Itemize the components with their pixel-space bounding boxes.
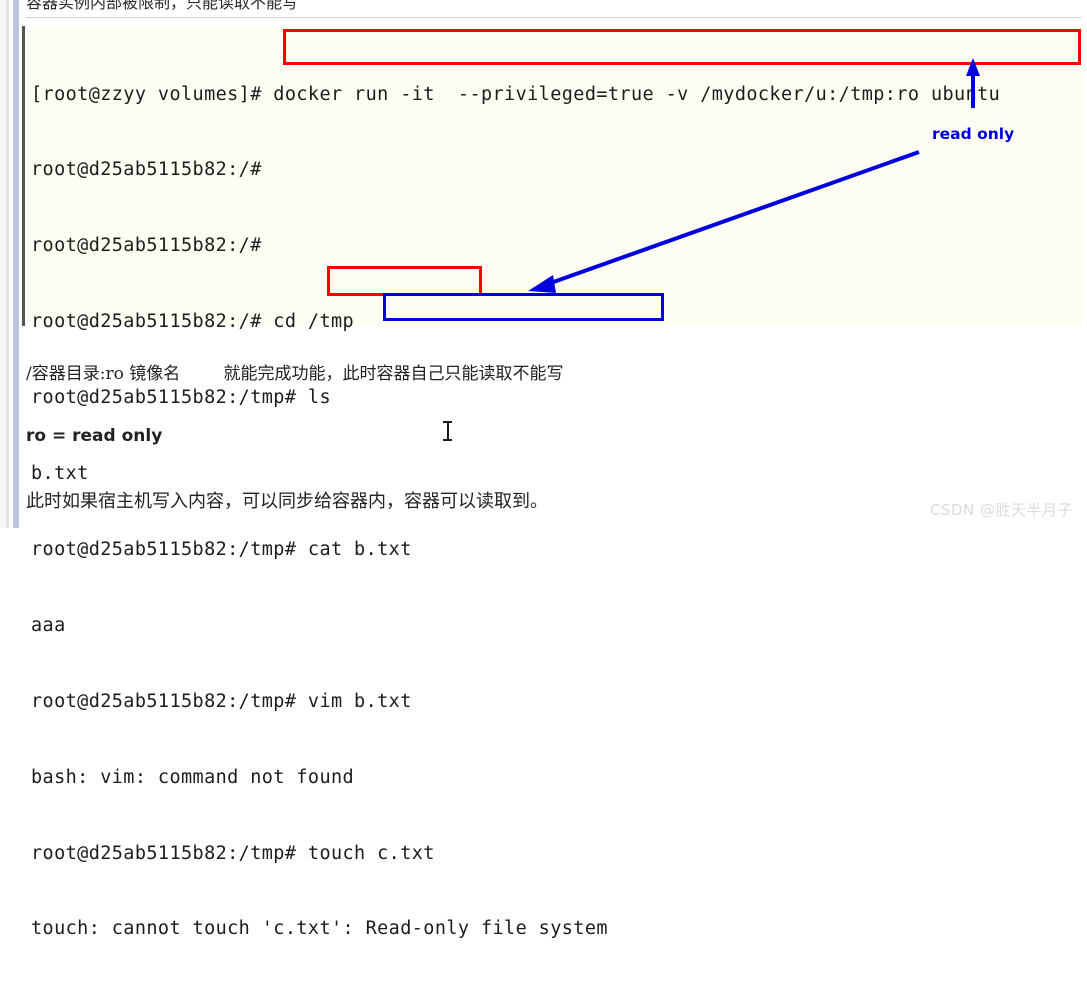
terminal-line: [root@zzyy volumes]# docker run -it --pr… <box>31 83 1001 105</box>
terminal-line: bash: vim: command not found <box>31 766 355 788</box>
terminal-line: root@d25ab5115b82:/# <box>31 159 262 181</box>
text-cursor-icon <box>443 420 452 442</box>
note-syntax-explanation: /容器目录:ro 镜像名 就能完成功能，此时容器自己只能读取不能写 <box>26 364 564 384</box>
terminal-line: aaa <box>31 614 66 636</box>
terminal-line: touch: cannot touch 'c.txt': Read-only f… <box>31 918 608 940</box>
left-scroll-gutter[interactable] <box>0 0 22 528</box>
terminal-line: root@d25ab5115b82:/tmp# cat b.txt <box>31 538 412 560</box>
horizontal-rule <box>26 17 1081 18</box>
terminal-line: root@d25ab5115b82:/tmp# touch c.txt <box>31 842 435 864</box>
csdn-watermark: CSDN @胜天半月子 <box>929 501 1073 519</box>
gutter-strip-inner <box>19 0 22 528</box>
top-truncated-note: 容器实例内部被限制，只能读取不能写 <box>26 0 299 12</box>
note-host-write-sync: 此时如果宿主机写入内容，可以同步给容器内，容器可以读取到。 <box>26 491 548 512</box>
terminal-line: root@d25ab5115b82:/# <box>31 235 262 257</box>
terminal-code-block: [root@zzyy volumes]# docker run -it --pr… <box>22 26 1082 939</box>
terminal-line: root@d25ab5115b82:/# cd /tmp <box>31 311 355 333</box>
note-ro-meaning: ro = read only <box>26 426 163 446</box>
terminal-line: root@d25ab5115b82:/tmp# vim b.txt <box>31 690 412 712</box>
terminal-line: root@d25ab5115b82:/tmp# ls <box>31 387 331 409</box>
terminal-line: b.txt <box>31 463 89 485</box>
